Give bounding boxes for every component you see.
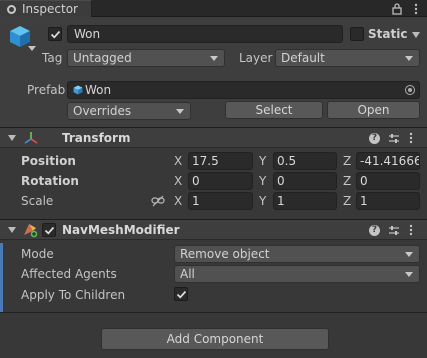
help-icon[interactable]: ? [369, 133, 380, 144]
chevron-down-icon [405, 272, 413, 277]
object-name-text: Won [74, 27, 101, 41]
transform-icon [24, 132, 38, 144]
transform-header[interactable]: Transform ? [0, 127, 427, 148]
prefab-value: Won [85, 83, 112, 97]
layer-dropdown[interactable]: Default [275, 49, 420, 67]
position-z-field[interactable]: -41.41666 [356, 152, 420, 170]
foldout-arrow-icon[interactable] [8, 135, 16, 141]
tab-inspector[interactable]: Inspector [0, 0, 92, 17]
overrides-dropdown[interactable]: Overrides [67, 102, 191, 120]
scale-y-value: 1 [277, 194, 285, 208]
gameobject-cube-icon[interactable] [8, 24, 32, 48]
rotation-z-field[interactable]: 0 [356, 172, 420, 190]
object-name-field[interactable]: Won [67, 25, 343, 43]
rotation-z-value: 0 [360, 174, 368, 188]
kebab-menu-icon[interactable] [409, 132, 413, 144]
foldout-arrow-icon[interactable] [8, 227, 16, 233]
checkmark-icon [176, 290, 187, 299]
chevron-down-icon [210, 56, 218, 61]
help-icon[interactable]: ? [369, 225, 380, 236]
axis-y-label[interactable]: Y [259, 173, 266, 189]
preset-icon[interactable] [388, 133, 400, 144]
position-x-field[interactable]: 17.5 [188, 152, 253, 170]
navmesh-enabled-checkbox[interactable] [42, 223, 56, 237]
axis-x-label[interactable]: X [174, 153, 182, 169]
affected-agents-label: Affected Agents [21, 267, 117, 281]
scale-z-value: 1 [360, 194, 368, 208]
selection-accent-bar [0, 243, 3, 312]
navmesh-modifier-header[interactable]: NavMeshModifier ? [0, 219, 427, 240]
position-x-value: 17.5 [192, 154, 219, 168]
axis-y-label[interactable]: Y [259, 193, 266, 209]
checkmark-icon [44, 226, 55, 235]
scale-z-field[interactable]: 1 [356, 192, 420, 210]
rotation-label: Rotation [21, 174, 79, 188]
tag-value: Untagged [73, 51, 132, 65]
link-scale-icon[interactable] [151, 195, 165, 207]
chevron-down-icon [405, 252, 413, 257]
tab-bar: Inspector [0, 0, 427, 17]
axis-z-label[interactable]: Z [343, 173, 351, 189]
position-y-value: 0.5 [277, 154, 297, 168]
checkmark-icon [50, 30, 61, 39]
divider [0, 312, 427, 313]
axis-y-label[interactable]: Y [259, 153, 266, 169]
overrides-label: Overrides [73, 104, 132, 118]
static-dropdown-arrow[interactable] [412, 32, 420, 38]
active-checkbox[interactable] [48, 27, 62, 41]
axis-z-label[interactable]: Z [343, 153, 351, 169]
scale-x-value: 1 [192, 194, 200, 208]
tag-dropdown[interactable]: Untagged [67, 49, 225, 67]
lock-icon[interactable] [391, 2, 403, 15]
position-y-field[interactable]: 0.5 [273, 152, 337, 170]
rotation-y-field[interactable]: 0 [273, 172, 337, 190]
tab-label: Inspector [22, 2, 78, 16]
kebab-menu-icon[interactable] [409, 224, 413, 236]
chevron-down-icon[interactable] [28, 46, 36, 51]
layer-value: Default [281, 51, 325, 65]
static-label: Static [368, 27, 408, 41]
prefab-field[interactable]: Won [67, 81, 420, 99]
apply-to-children-checkbox[interactable] [174, 287, 188, 301]
chevron-down-icon [405, 56, 413, 61]
mode-dropdown[interactable]: Remove object [174, 245, 420, 263]
axis-x-label[interactable]: X [174, 193, 182, 209]
rotation-y-value: 0 [277, 174, 285, 188]
static-checkbox[interactable] [350, 27, 364, 41]
prefab-label: Prefab [27, 83, 66, 97]
open-button[interactable]: Open [327, 101, 420, 119]
menu-icon[interactable] [412, 2, 420, 15]
apply-to-children-label: Apply To Children [21, 288, 126, 302]
layer-label: Layer [239, 51, 273, 65]
affected-agents-value: All [180, 267, 195, 281]
position-z-value: -41.41666 [360, 154, 420, 168]
affected-agents-dropdown[interactable]: All [174, 265, 420, 283]
info-icon [7, 5, 16, 14]
select-button[interactable]: Select [225, 101, 323, 119]
navmesh-modifier-title: NavMeshModifier [62, 223, 180, 237]
mode-label: Mode [21, 247, 54, 261]
rotation-x-value: 0 [192, 174, 200, 188]
prefab-icon [73, 85, 83, 95]
navmesh-icon [24, 224, 38, 238]
axis-z-label[interactable]: Z [343, 193, 351, 209]
position-label: Position [21, 154, 76, 168]
transform-title: Transform [62, 131, 131, 145]
rotation-x-field[interactable]: 0 [188, 172, 253, 190]
tag-label: Tag [42, 51, 63, 65]
scale-label: Scale [21, 194, 54, 208]
add-component-button[interactable]: Add Component [101, 328, 329, 350]
mode-value: Remove object [180, 247, 270, 261]
axis-x-label[interactable]: X [174, 173, 182, 189]
chevron-down-icon [176, 109, 184, 114]
object-picker-icon[interactable] [405, 85, 415, 95]
preset-icon[interactable] [388, 225, 400, 236]
scale-y-field[interactable]: 1 [273, 192, 337, 210]
scale-x-field[interactable]: 1 [188, 192, 253, 210]
